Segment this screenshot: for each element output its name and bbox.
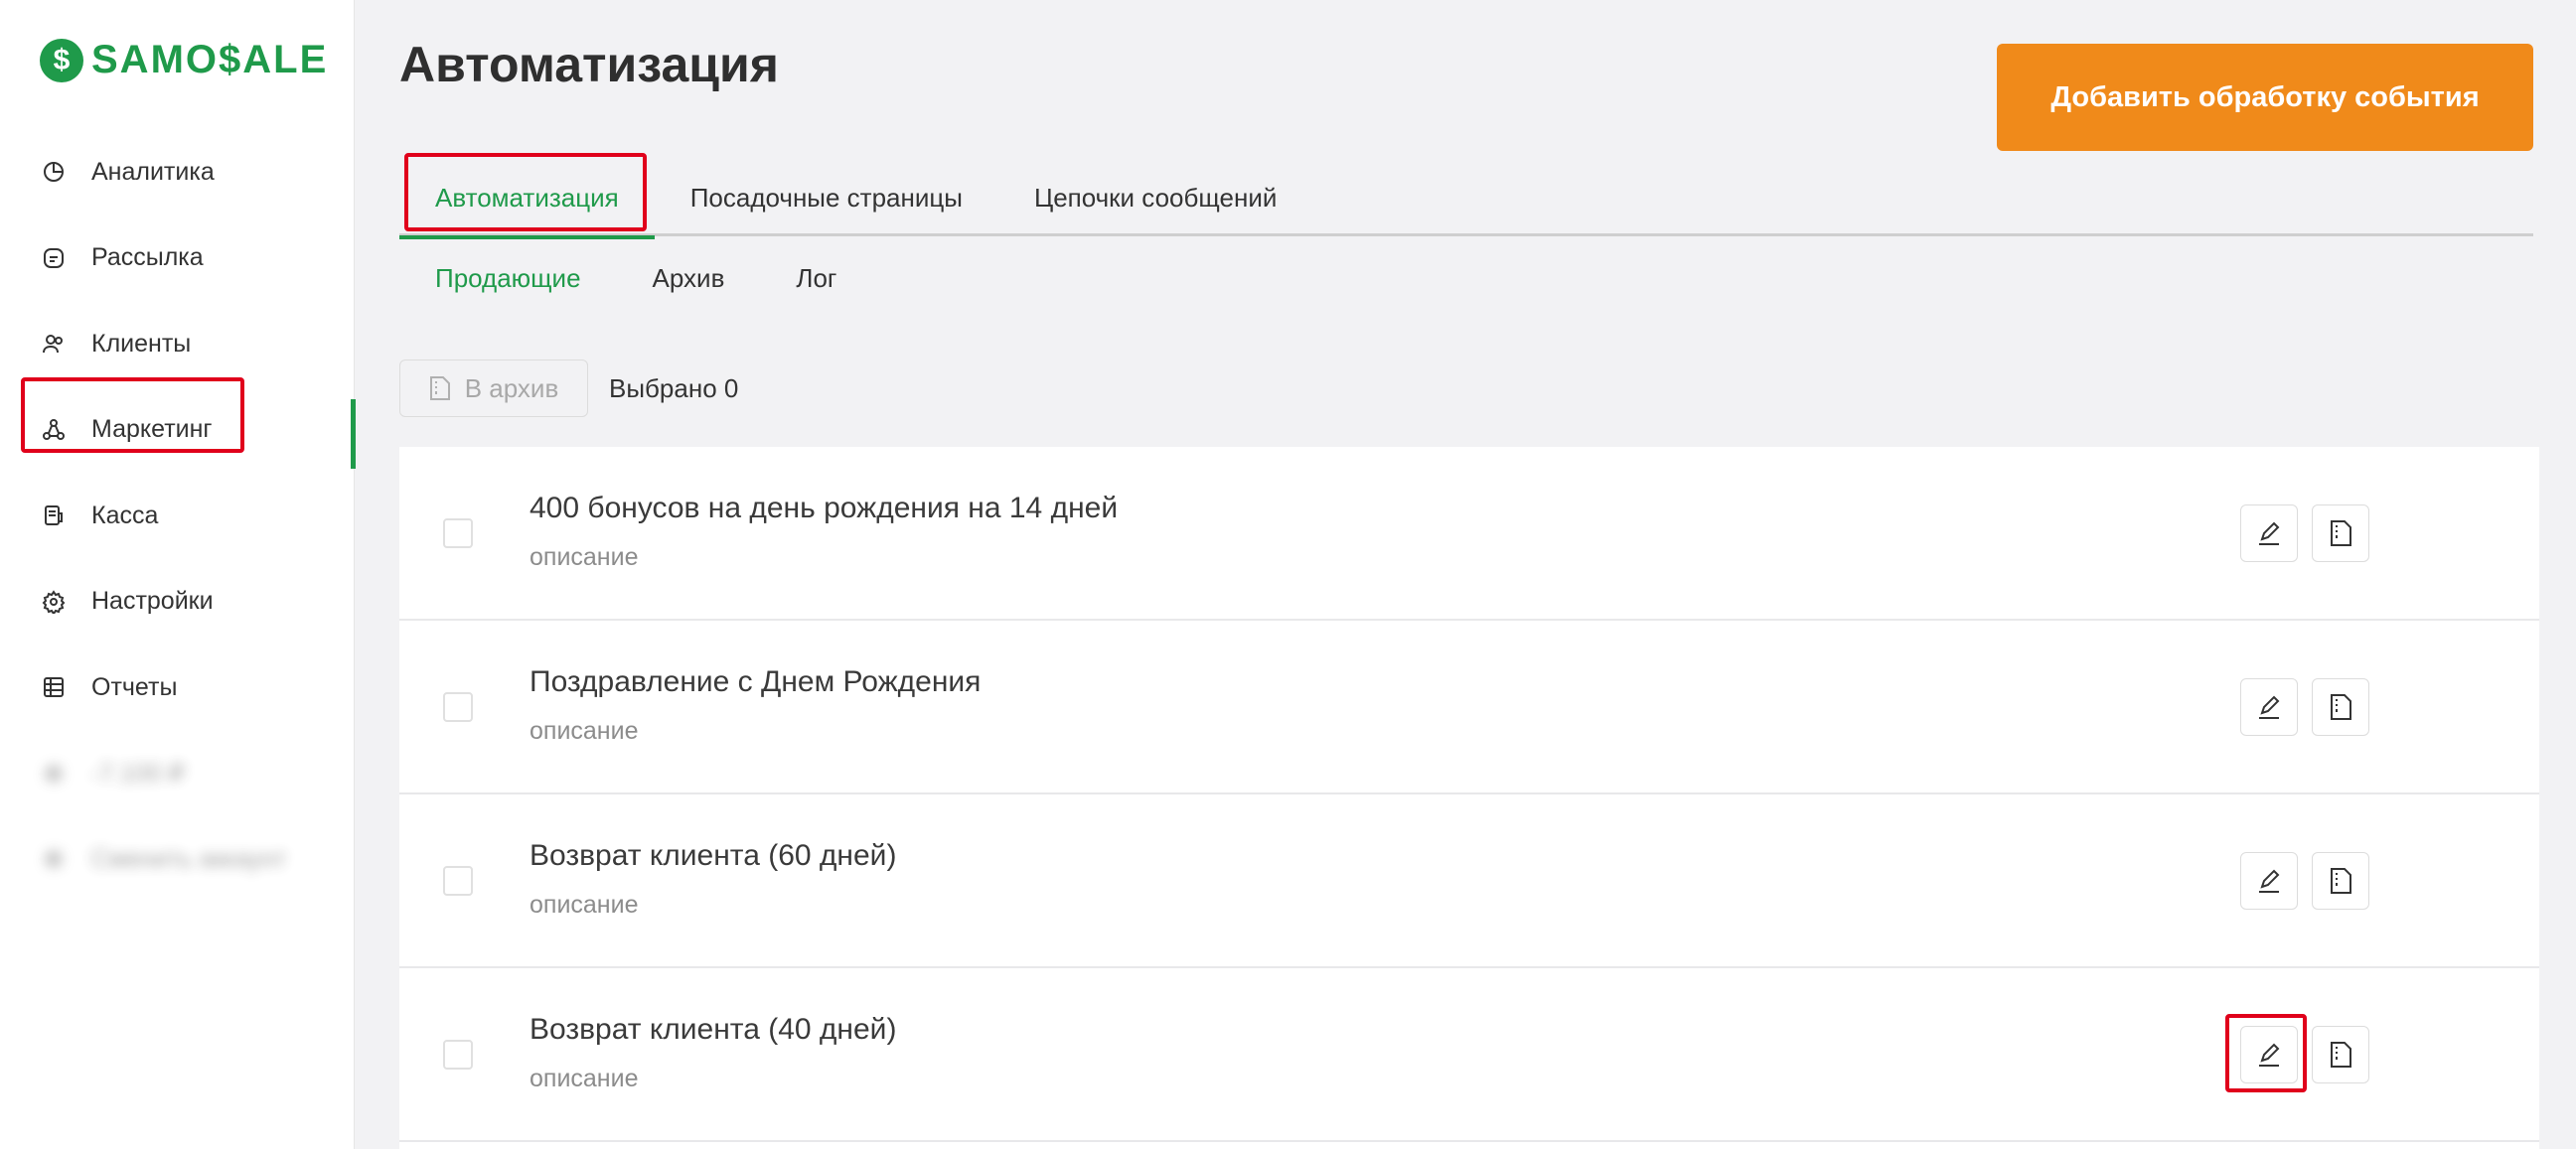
logo-text: SAMO$ALE <box>91 38 329 81</box>
edit-button[interactable] <box>2240 1026 2298 1083</box>
sidebar-item-label: Касса <box>91 501 159 529</box>
pencil-icon <box>2259 521 2280 545</box>
archive-row-button[interactable] <box>2312 504 2369 562</box>
row-checkbox[interactable] <box>443 1040 473 1070</box>
users-icon <box>40 330 68 358</box>
balance-icon <box>40 760 68 788</box>
row-title[interactable]: Возврат клиента (40 дней) <box>530 1013 896 1047</box>
page-title: Автоматизация <box>399 37 779 92</box>
list-item: Возврат клиента (60 дней) описание <box>399 794 2539 968</box>
register-icon <box>40 502 68 529</box>
table-icon <box>40 673 68 701</box>
row-title[interactable]: Поздравление с Днем Рождения <box>530 665 981 699</box>
tab-automation[interactable]: Автоматизация <box>399 159 655 239</box>
row-title[interactable]: Возврат клиента (60 дней) <box>530 839 896 873</box>
automation-list: 400 бонусов на день рождения на 14 дней … <box>399 447 2539 1149</box>
archive-row-button[interactable] <box>2312 852 2369 910</box>
archive-file-icon <box>2331 520 2351 546</box>
row-description: описание <box>530 891 639 919</box>
sidebar-item-marketing[interactable]: Маркетинг <box>0 387 356 474</box>
sidebar-item-label: Настройки <box>91 587 214 616</box>
sidebar-nav: Аналитика Рассылка Клиенты Маркетинг Кас… <box>0 129 356 903</box>
sidebar-item-reports[interactable]: Отчеты <box>0 645 355 731</box>
add-event-handler-button[interactable]: Добавить обработку события <box>1997 44 2533 151</box>
archive-file-icon <box>2331 868 2351 894</box>
edit-button[interactable] <box>2240 504 2298 562</box>
sidebar-item-switch-account[interactable]: Сменить аккаунт <box>0 816 355 903</box>
sidebar-item-label: Аналитика <box>91 157 215 186</box>
archive-file-icon <box>429 375 451 401</box>
sidebar-item-label: Рассылка <box>91 243 204 272</box>
selected-count: Выбрано 0 <box>609 373 739 403</box>
sidebar-item-label: Клиенты <box>91 329 192 358</box>
pencil-icon <box>2259 869 2280 893</box>
sidebar-item-clients[interactable]: Клиенты <box>0 301 355 387</box>
archive-file-icon <box>2331 694 2351 720</box>
list-item: Возврат клиента (40 дней) описание <box>399 968 2539 1142</box>
sidebar: $ SAMO$ALE Аналитика Рассылка Клиенты Ма… <box>0 0 356 1149</box>
subtab-selling[interactable]: Продающие <box>399 253 617 303</box>
row-checkbox[interactable] <box>443 692 473 722</box>
message-icon <box>40 244 68 272</box>
list-item: 400 бонусов на день рождения на 14 дней … <box>399 447 2539 621</box>
sidebar-item-mailing[interactable]: Рассылка <box>0 215 355 302</box>
subtab-log[interactable]: Лог <box>760 253 872 303</box>
pie-chart-icon <box>40 158 68 186</box>
subtab-archive[interactable]: Архив <box>617 253 761 303</box>
archive-file-icon <box>2331 1042 2351 1068</box>
row-description: описание <box>530 543 639 571</box>
sidebar-item-label: -7.100 ₽ <box>91 759 185 788</box>
sub-tabs: Продающие Архив Лог <box>399 253 872 303</box>
sidebar-item-label: Отчеты <box>91 672 178 701</box>
row-description: описание <box>530 717 639 745</box>
archive-row-button[interactable] <box>2312 1026 2369 1083</box>
gear-icon <box>40 588 68 616</box>
sidebar-item-label: Сменить аккаунт <box>91 844 287 873</box>
archive-button-label: В архив <box>464 372 559 403</box>
sidebar-item-analytics[interactable]: Аналитика <box>0 129 355 215</box>
row-title[interactable]: 400 бонусов на день рождения на 14 дней <box>530 492 1118 525</box>
row-checkbox[interactable] <box>443 866 473 896</box>
list-item: Поздравление с Днем Рождения описание <box>399 621 2539 794</box>
sidebar-item-balance[interactable]: -7.100 ₽ <box>0 731 355 817</box>
marketing-nodes-icon <box>40 416 68 444</box>
edit-button[interactable] <box>2240 852 2298 910</box>
tab-message-chains[interactable]: Цепочки сообщений <box>998 159 1312 236</box>
archive-button[interactable]: В архив <box>399 359 588 417</box>
row-checkbox[interactable] <box>443 518 473 548</box>
logo-dollar-icon: $ <box>40 38 83 82</box>
logo[interactable]: $ SAMO$ALE <box>40 38 328 82</box>
sidebar-item-settings[interactable]: Настройки <box>0 559 355 646</box>
pencil-icon <box>2259 1043 2280 1067</box>
sidebar-item-label: Маркетинг <box>91 415 213 444</box>
main-tabs: Автоматизация Посадочные страницы Цепочк… <box>399 159 2533 239</box>
edit-button[interactable] <box>2240 678 2298 736</box>
tab-landing-pages[interactable]: Посадочные страницы <box>655 159 998 236</box>
sidebar-item-register[interactable]: Касса <box>0 473 355 559</box>
row-description: описание <box>530 1065 639 1092</box>
archive-row-button[interactable] <box>2312 678 2369 736</box>
pencil-icon <box>2259 695 2280 719</box>
account-switch-icon <box>40 845 68 873</box>
